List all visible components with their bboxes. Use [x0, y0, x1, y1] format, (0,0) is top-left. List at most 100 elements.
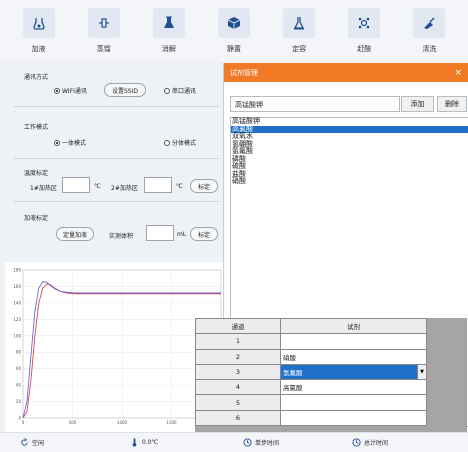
zone2-unit: ℃: [176, 183, 183, 190]
zone1-temp-input[interactable]: [62, 177, 90, 193]
single-mode-radio[interactable]: 一体模式: [54, 138, 86, 147]
distill-icon: [87, 8, 120, 38]
status-bar: 空闲 0.0℃ 单步时间 总计时间: [0, 432, 468, 452]
reagent-list-item[interactable]: 氢氟酸: [231, 147, 468, 156]
y-tick-label: 20: [16, 399, 22, 404]
reagent-cell[interactable]: 高氯酸: [280, 379, 427, 396]
tool-acid-removal[interactable]: 赶酸: [340, 8, 388, 62]
table-row[interactable]: 3 氢氟酸 ▼: [195, 363, 427, 381]
dropdown-arrow-icon[interactable]: ▼: [417, 364, 426, 380]
reagent-cell[interactable]: 氢氟酸 ▼: [280, 363, 427, 381]
reagent-cell[interactable]: [280, 333, 427, 350]
table-row[interactable]: 6: [195, 409, 427, 427]
reagent-cell[interactable]: [280, 394, 427, 411]
reagent-list-item[interactable]: 高锰酸钾: [231, 117, 468, 126]
dose-cal-title: 加液标定: [24, 215, 49, 222]
tool-add-liquid[interactable]: 加液: [15, 8, 63, 62]
y-tick-label: 120: [13, 317, 21, 322]
channel-cell: 6: [195, 409, 281, 427]
table-row[interactable]: 2 硝酸: [195, 348, 427, 365]
status-total-time: 总计时间: [352, 438, 388, 447]
fixed-dose-button[interactable]: 定量加液: [56, 227, 94, 241]
tool-stand[interactable]: 静置: [210, 8, 258, 62]
reagent-list-item[interactable]: 双氧水: [231, 132, 468, 141]
clock-icon: [243, 438, 252, 447]
x-tick-label: 1000: [117, 420, 128, 425]
single-mode-label: 一体模式: [62, 140, 87, 147]
mode-title: 工作模式: [24, 124, 49, 131]
digest-beaker-icon: [152, 8, 185, 38]
status-temp-text: 0.0℃: [142, 439, 159, 446]
measured-volume-input[interactable]: [146, 225, 174, 241]
reagent-list-item[interactable]: 磷酸: [231, 155, 468, 164]
channel-cell: 1: [195, 333, 281, 350]
y-tick-label: 80: [16, 350, 22, 355]
tool-label: 蒸馏: [96, 45, 111, 53]
reagent-list-item[interactable]: 高氯酸: [231, 125, 468, 133]
reagent-cell-text: 高氯酸: [283, 384, 303, 393]
reagent-list-item[interactable]: 硫酸: [231, 162, 468, 171]
status-idle: 空闲: [20, 438, 44, 447]
status-step-time: 单步时间: [243, 438, 279, 447]
molecule-icon: [348, 8, 381, 38]
status-temp: 0.0℃: [130, 438, 158, 447]
settings-panel: 通讯方式 WIFI通讯 设置SSID 串口通讯 工作模式 一体模式 分体模式 温…: [14, 70, 219, 260]
reagent-cell-text: 氢氟酸: [283, 369, 303, 378]
reagent-list-item[interactable]: 硝酸: [231, 177, 468, 186]
status-idle-text: 空闲: [32, 440, 45, 447]
zone1-unit: ℃: [94, 183, 101, 190]
x-tick-label: 1500: [166, 420, 177, 425]
reagent-name-input[interactable]: 高锰酸钾: [230, 96, 400, 112]
tool-label: 静置: [226, 45, 241, 53]
table-row[interactable]: 5: [195, 394, 427, 411]
tool-fixed-volume[interactable]: 定容: [275, 8, 323, 62]
reagent-cell-text: 硝酸: [283, 353, 296, 362]
tool-label: 赶酸: [357, 45, 372, 53]
tool-label: 定容: [292, 45, 307, 53]
temperature-chart: 0204060801001201401601800500100015002000: [5, 262, 227, 432]
close-icon[interactable]: ×: [454, 68, 462, 78]
table-row[interactable]: 1: [195, 333, 427, 350]
dose-calibrate-button[interactable]: 标定: [190, 227, 218, 241]
add-button[interactable]: 添加: [401, 96, 434, 112]
y-tick-label: 160: [13, 284, 21, 289]
reagent-cell[interactable]: 硝酸: [280, 348, 427, 365]
divider: [14, 158, 219, 159]
flask-add-icon: [22, 8, 55, 38]
delete-button[interactable]: 删除: [437, 96, 467, 112]
chart-svg: 0204060801001201401601800500100015002000: [13, 268, 226, 426]
thermometer-icon: [132, 438, 137, 447]
y-tick-label: 40: [16, 383, 22, 388]
zone2-temp-input[interactable]: [144, 177, 172, 193]
tool-clean[interactable]: 清洗: [405, 8, 453, 62]
y-tick-label: 180: [13, 268, 21, 273]
zone1-label: 1#加热区: [30, 185, 57, 192]
reagent-cell[interactable]: [280, 409, 427, 427]
status-step-time-text: 单步时间: [255, 440, 280, 447]
column-header-reagent: 试剂: [280, 317, 427, 335]
channel-cell: 4: [195, 379, 281, 396]
reagent-list-item[interactable]: 盐酸: [231, 170, 468, 179]
y-tick-label: 60: [16, 366, 22, 371]
set-ssid-button[interactable]: 设置SSID: [104, 83, 146, 97]
x-tick-label: 0: [22, 420, 25, 425]
clock-icon: [352, 438, 361, 447]
channel-cell: 5: [195, 394, 281, 411]
wifi-radio[interactable]: WIFI通讯: [54, 86, 87, 95]
serial-radio[interactable]: 串口通讯: [164, 86, 196, 95]
split-mode-radio[interactable]: 分体模式: [164, 138, 196, 147]
tool-distill[interactable]: 蒸馏: [80, 8, 128, 62]
divider: [14, 106, 219, 107]
tool-digest[interactable]: 消解: [145, 8, 193, 62]
channel-cell: 2: [195, 348, 281, 365]
reagent-list-item[interactable]: 氢硼酸: [231, 140, 468, 149]
cube-icon: [217, 8, 250, 38]
temp-calibrate-button[interactable]: 标定: [190, 179, 218, 193]
volume-unit: mL: [177, 231, 187, 238]
cleaning-icon: [413, 8, 446, 38]
measured-volume-label: 实测体积: [109, 233, 134, 240]
temp-cal-title: 温度标定: [24, 170, 49, 177]
dialog-title: 试剂管理: [230, 68, 258, 77]
table-row[interactable]: 4 高氯酸: [195, 379, 427, 396]
toolbar: 加液 蒸馏 消解 静置 定容 赶酸 清洗: [0, 0, 468, 62]
